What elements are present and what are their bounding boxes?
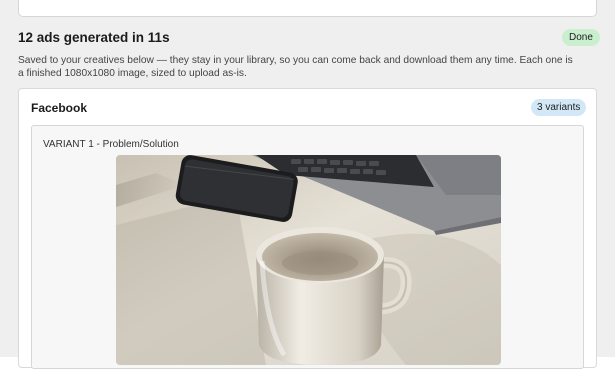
variant-label: VARIANT 1 - Problem/Solution [43,139,179,150]
ad-creative-image[interactable] [116,155,501,365]
platform-title: Facebook [31,101,88,115]
generation-status-description: Saved to your creatives below — they sta… [18,55,573,79]
generation-status-title: 12 ads generated in 11s [18,30,170,45]
previous-card [18,0,597,17]
platform-card-facebook: Facebook 3 variants VARIANT 1 - Problem/… [18,88,597,369]
done-status-badge: Done [562,29,600,46]
variant-card: VARIANT 1 - Problem/Solution [31,125,584,369]
variants-count-badge: 3 variants [531,99,587,116]
